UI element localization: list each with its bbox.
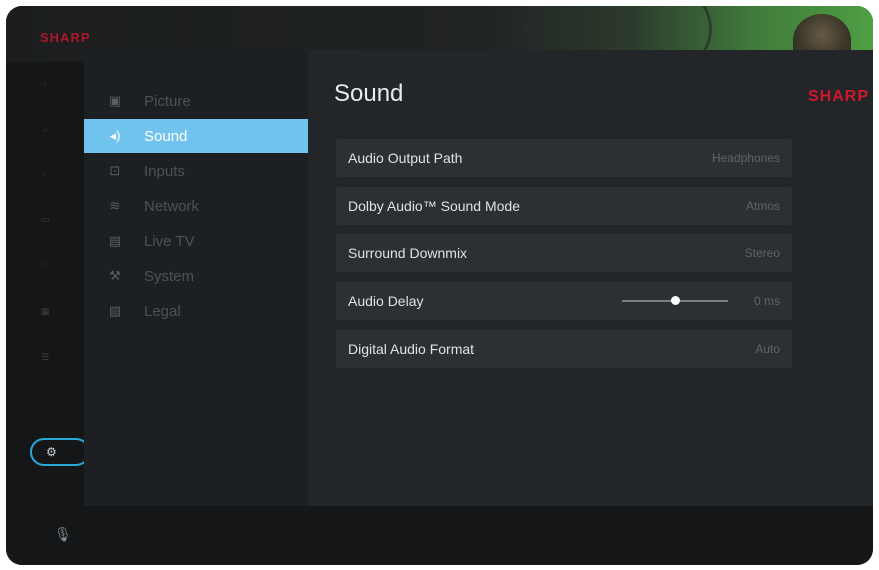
favorites-icon[interactable]: ♡ [40,260,50,270]
search-icon[interactable]: ◦ [40,78,50,88]
guide-icon[interactable]: ▦ [40,306,50,316]
picture-icon: ▣ [108,93,122,108]
setting-value: 0 ms [753,294,780,308]
home-icon[interactable]: ⌂ [40,124,50,134]
speaker-icon: ◂) [109,128,121,143]
wrench-icon: ⚒ [109,268,121,283]
category-legal[interactable]: ▧ Legal [84,294,310,328]
category-network[interactable]: ≋ Network [84,189,310,223]
search-icon[interactable]: ◦ [40,170,50,180]
category-inputs[interactable]: ⊡ Inputs [84,154,310,188]
page-title: Sound [334,80,404,107]
slider-knob[interactable] [671,296,680,305]
setting-label: Digital Audio Format [348,341,475,357]
category-live-tv[interactable]: ▤ Live TV [84,224,310,258]
tv-icon: ▤ [108,233,122,248]
wifi-icon: ≋ [109,198,121,213]
setting-audio-delay[interactable]: Audio Delay 0 ms [336,282,792,320]
input-icon: ⊡ [109,163,121,178]
category-sound[interactable]: ◂) Sound [84,119,310,153]
tv-screen: SHARP ◦ ⌂ ◦ ▭ ♡ ▦ ☰ ⚙ 🎙︎ ▣ Picture ◂) So… [6,6,873,565]
setting-label: Dolby Audio™ Sound Mode [348,198,520,214]
setting-label: Audio Delay [348,293,424,309]
category-label: Legal [144,302,181,320]
setting-label: Surround Downmix [348,245,468,261]
category-label: Network [144,197,200,215]
setting-surround-downmix[interactable]: Surround Downmix Stereo [336,234,792,272]
left-rail: ◦ ⌂ ◦ ▭ ♡ ▦ ☰ ⚙ [6,62,90,565]
setting-digital-audio-format[interactable]: Digital Audio Format Auto [336,330,792,368]
brand-logo: SHARP [807,88,869,105]
audio-delay-slider[interactable] [622,296,728,305]
microphone-icon[interactable]: 🎙︎ [54,526,72,543]
category-label: Sound [144,127,188,145]
settings-rail-button[interactable]: ⚙ [30,438,90,466]
setting-dolby-sound-mode[interactable]: Dolby Audio™ Sound Mode Atmos [336,187,792,225]
setting-value: Atmos [745,199,780,213]
settings-category-panel: ▣ Picture ◂) Sound ⊡ Inputs ≋ Network ▤ … [84,50,310,506]
category-label: Picture [144,92,191,110]
apps-icon[interactable]: ▭ [40,214,50,224]
sound-settings-panel: Sound SHARP Audio Output Path Headphones… [308,50,873,506]
setting-value: Auto [755,342,780,356]
settings-icon: ⚙ [46,445,57,459]
category-label: Live TV [144,232,195,250]
setting-value: Stereo [744,246,780,260]
setting-value: Headphones [711,151,780,165]
category-picture[interactable]: ▣ Picture [84,84,310,118]
setting-label: Audio Output Path [348,150,463,166]
document-icon: ▧ [108,303,122,318]
setting-audio-output-path[interactable]: Audio Output Path Headphones [336,139,792,177]
category-label: Inputs [144,162,185,180]
list-icon[interactable]: ☰ [40,352,50,362]
top-brand-logo: SHARP [40,30,91,45]
category-label: System [144,267,195,285]
bottom-bar [84,506,873,565]
category-system[interactable]: ⚒ System [84,259,310,293]
